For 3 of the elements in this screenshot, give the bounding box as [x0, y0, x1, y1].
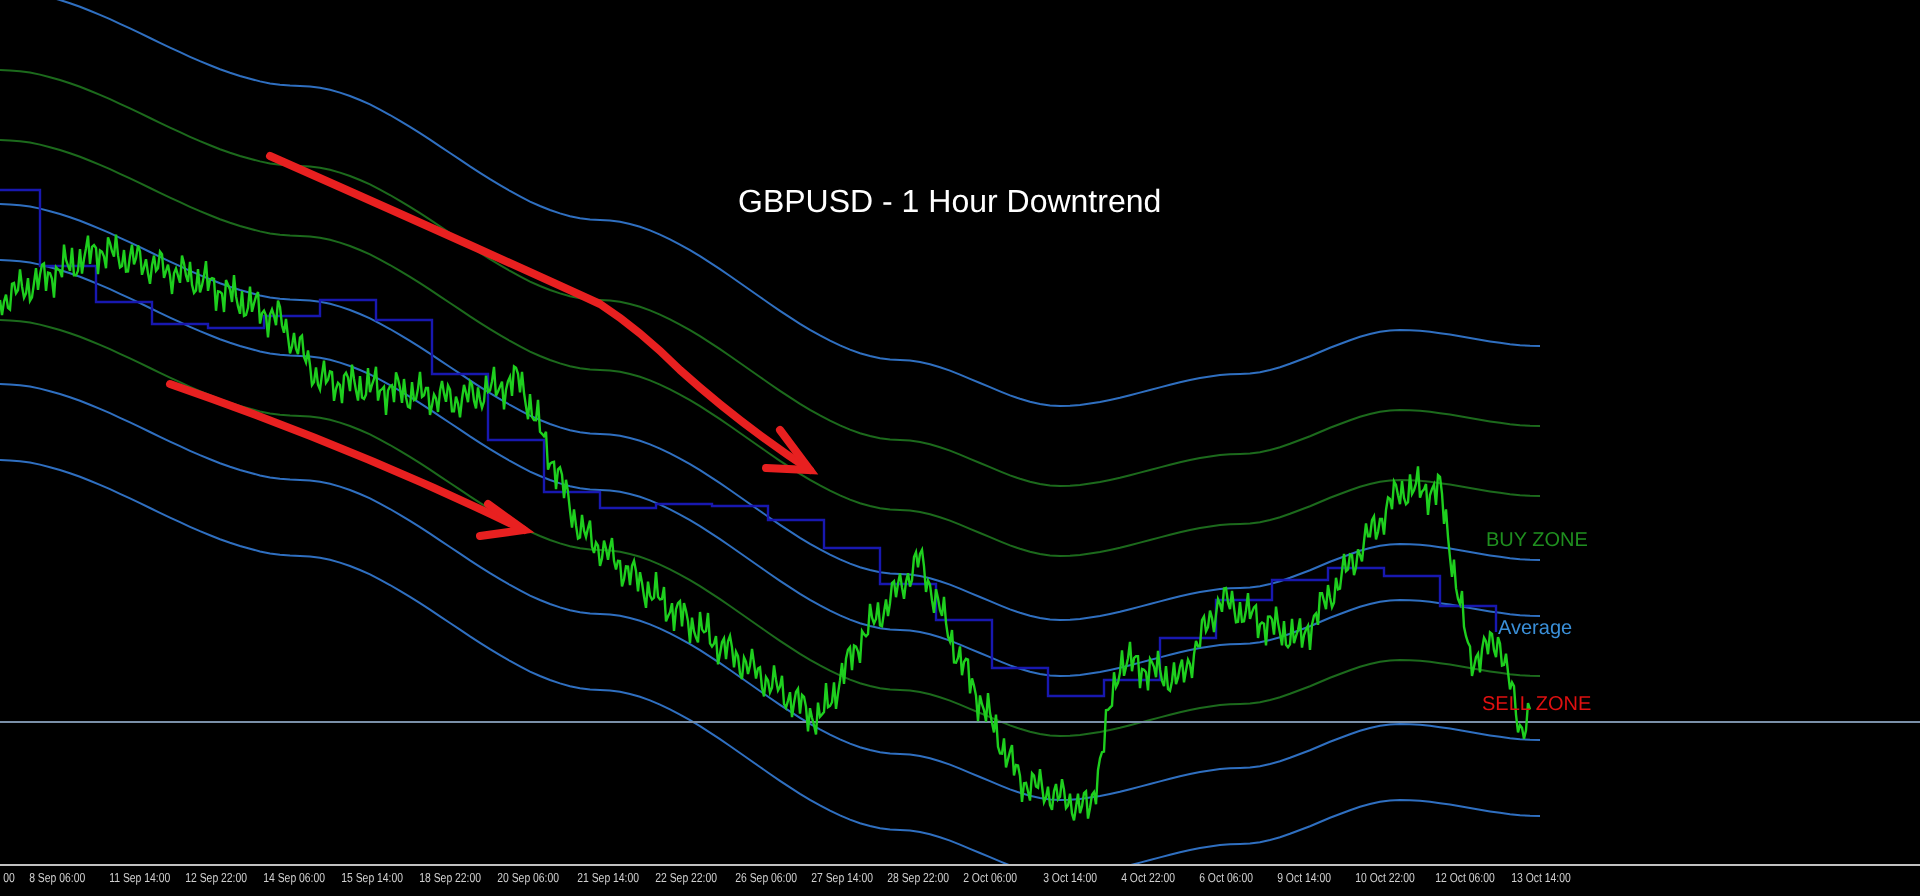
zone-label: Average [1498, 618, 1573, 642]
zone-label: BUY ZONE [1486, 530, 1588, 554]
chart-title: GBPUSD - 1 Hour Downtrend [738, 184, 1162, 224]
